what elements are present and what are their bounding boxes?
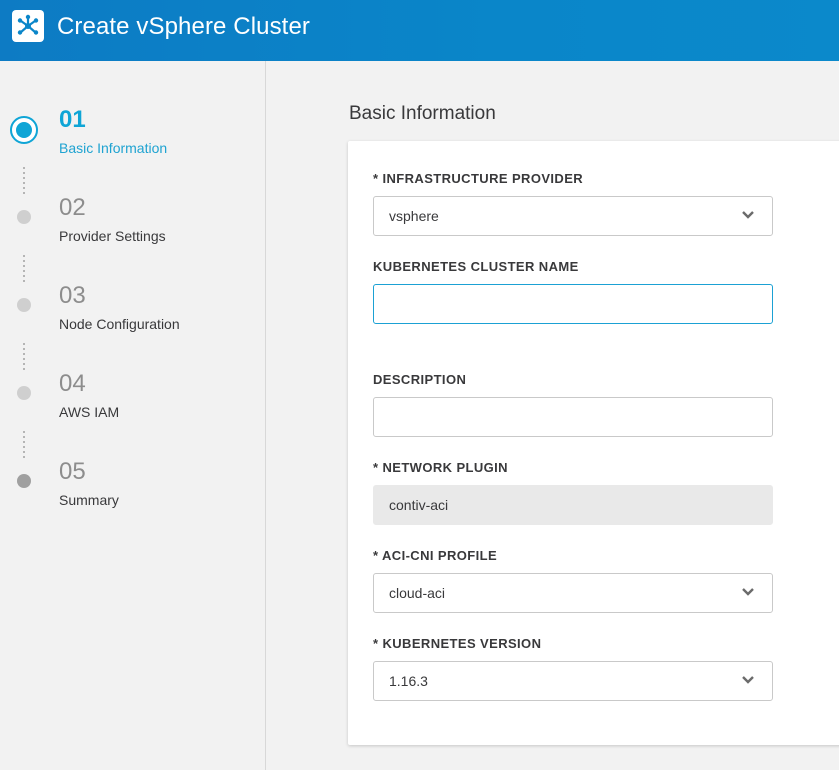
active-step-indicator-icon	[10, 116, 38, 144]
step-provider-settings[interactable]: 02 Provider Settings	[0, 191, 266, 279]
provider-label: * INFRASTRUCTURE PROVIDER	[373, 171, 584, 186]
chevron-down-icon	[742, 211, 754, 219]
chevron-down-icon	[742, 588, 754, 596]
main-content: Basic Information * INFRASTRUCTURE PROVI…	[267, 61, 839, 770]
k8s-version-label: * KUBERNETES VERSION	[373, 636, 542, 651]
step-node-configuration[interactable]: 03 Node Configuration	[0, 279, 266, 367]
app-header: Create vSphere Cluster	[0, 0, 839, 61]
k8s-version-value: 1.16.3	[389, 673, 428, 689]
step-number: 02	[59, 194, 86, 221]
aci-profile-label: * ACI-CNI PROFILE	[373, 548, 498, 563]
step-number: 04	[59, 370, 86, 397]
description-input[interactable]	[373, 397, 773, 437]
step-number: 01	[59, 106, 86, 133]
page-title: Create vSphere Cluster	[57, 13, 310, 40]
step-indicator-icon	[17, 210, 31, 224]
aci-cni-profile-select[interactable]: cloud-aci	[373, 573, 773, 613]
infrastructure-provider-select[interactable]: vsphere	[373, 196, 773, 236]
network-plugin-field: contiv-aci	[373, 485, 773, 525]
step-indicator-icon	[17, 298, 31, 312]
network-plugin-value: contiv-aci	[389, 497, 449, 513]
step-label: Summary	[59, 492, 119, 508]
provider-value: vsphere	[389, 208, 439, 224]
wizard-stepper: 01 Basic Information 02 Provider Setting…	[0, 61, 266, 770]
cluster-name-input[interactable]	[373, 284, 773, 324]
basic-information-form: * INFRASTRUCTURE PROVIDER vsphere KUBERN…	[348, 141, 839, 745]
step-label: Basic Information	[59, 140, 168, 156]
step-label: Provider Settings	[59, 228, 166, 244]
step-basic-information[interactable]: 01 Basic Information	[0, 103, 266, 191]
step-indicator-icon	[17, 386, 31, 400]
network-plugin-label: * NETWORK PLUGIN	[373, 460, 508, 475]
step-indicator-icon	[17, 474, 31, 488]
asterisk-logo-icon	[12, 10, 44, 42]
step-label: Node Configuration	[59, 316, 180, 332]
step-number: 05	[59, 458, 86, 485]
section-title: Basic Information	[349, 103, 496, 124]
aci-profile-value: cloud-aci	[389, 585, 446, 601]
step-aws-iam[interactable]: 04 AWS IAM	[0, 367, 266, 455]
step-number: 03	[59, 282, 86, 309]
kubernetes-version-select[interactable]: 1.16.3	[373, 661, 773, 701]
step-summary[interactable]: 05 Summary	[0, 455, 266, 543]
description-label: DESCRIPTION	[373, 372, 467, 387]
cluster-name-label: KUBERNETES CLUSTER NAME	[373, 259, 579, 274]
chevron-down-icon	[742, 676, 754, 684]
step-label: AWS IAM	[59, 404, 120, 420]
